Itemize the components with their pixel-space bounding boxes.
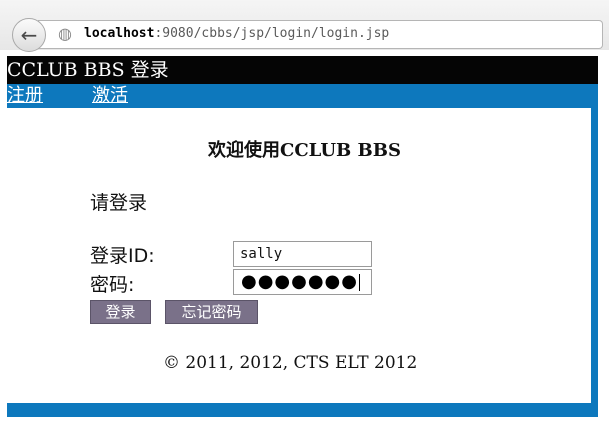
login-button[interactable]: 登录: [90, 300, 151, 324]
login-prompt: 请登录: [90, 192, 148, 214]
register-link[interactable]: 注册: [7, 84, 43, 108]
welcome-heading: 欢迎使用CCLUB BBS: [208, 140, 401, 161]
page-title: CCLUB BBS 登录: [7, 59, 169, 81]
text-caret: [359, 274, 360, 291]
url-host: localhost: [84, 26, 155, 41]
globe-icon: ◍: [58, 24, 72, 43]
back-arrow-icon[interactable]: ←: [12, 18, 46, 52]
address-text[interactable]: localhost:9080/cbbs/jsp/login/login.jsp: [84, 26, 389, 41]
password-label: 密码:: [90, 274, 135, 296]
login-id-label: 登录ID:: [90, 245, 155, 267]
password-input[interactable]: ●●●●●●●: [233, 269, 372, 295]
copyright-text: © 2011, 2012, CTS ELT 2012: [163, 353, 418, 373]
forgot-password-button[interactable]: 忘记密码: [165, 300, 258, 324]
url-path: :9080/cbbs/jsp/login/login.jsp: [154, 26, 390, 41]
password-mask: ●●●●●●●: [241, 271, 358, 292]
activate-link[interactable]: 激活: [92, 84, 128, 108]
login-id-input[interactable]: [233, 241, 372, 267]
